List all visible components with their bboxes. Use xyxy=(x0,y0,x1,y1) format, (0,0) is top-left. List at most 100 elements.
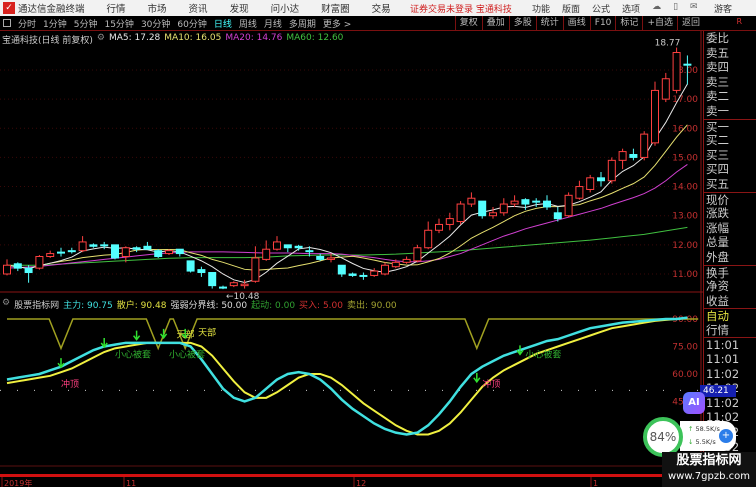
candle-body xyxy=(143,245,152,250)
candle-body xyxy=(435,223,443,231)
candle-body xyxy=(283,244,292,249)
candle-body xyxy=(197,269,206,274)
candle-body xyxy=(370,270,379,276)
candle-body xyxy=(532,200,541,203)
price-tick: 16.00 xyxy=(672,124,698,134)
chart-canvas[interactable]: 18.0017.0016.0015.0014.0013.0012.0011.00… xyxy=(0,0,756,487)
candle-body xyxy=(499,203,508,214)
candle-body xyxy=(337,264,346,275)
watermark: 股票指标网 www.7gpzb.com xyxy=(662,452,756,487)
candle-body xyxy=(564,194,573,217)
watermark-url: www.7gpzb.com xyxy=(668,471,750,482)
quote-row: 买四 xyxy=(706,162,729,177)
quote-row: 外盘 xyxy=(706,249,729,264)
price-tick: 12.00 xyxy=(672,241,698,251)
retail-line xyxy=(6,317,688,436)
candle-body xyxy=(510,200,519,205)
quote-row: 现价 xyxy=(704,191,756,206)
ma60-line xyxy=(7,226,688,266)
download-speed: ↓ 5.5K/s xyxy=(688,438,716,446)
signal-label: 冲顶 xyxy=(61,378,79,390)
quote-row: 净资 xyxy=(706,279,729,294)
candle-body xyxy=(46,253,55,257)
candle-body xyxy=(553,212,562,220)
quote-row: 总量 xyxy=(706,235,729,250)
signal-label: 小心被套 xyxy=(115,348,151,360)
candle-body xyxy=(543,200,551,208)
candle-body xyxy=(629,154,638,158)
signal-label: 冲顶 xyxy=(482,378,500,390)
candle-body xyxy=(100,244,109,247)
signal-label: 天部 xyxy=(198,326,216,338)
candle-body xyxy=(327,257,335,260)
cpu-usage-gauge[interactable]: 84% xyxy=(643,417,683,457)
candle-body xyxy=(89,244,98,247)
candle-body xyxy=(456,203,465,223)
candle-body xyxy=(273,241,281,250)
candle-body xyxy=(251,257,260,282)
plus-icon[interactable]: + xyxy=(719,429,733,443)
ma20-line xyxy=(6,164,688,269)
candle-body xyxy=(586,177,595,190)
quote-row: 卖四 xyxy=(706,60,729,75)
candle-body xyxy=(294,245,303,249)
candle-body xyxy=(316,255,325,260)
price-tick: 13.00 xyxy=(672,212,698,222)
time-axis-bar xyxy=(0,474,700,477)
candle-body xyxy=(575,186,584,199)
ma5-line xyxy=(6,83,688,283)
quote-row: 买五 xyxy=(706,176,729,191)
candle-body xyxy=(305,250,314,253)
candle-body xyxy=(402,258,411,263)
signal-label: 天部 xyxy=(177,328,195,340)
high-marker: 18.77 xyxy=(655,39,681,49)
candle-body xyxy=(489,212,497,217)
candle-body xyxy=(597,177,605,182)
candle-body xyxy=(57,251,65,254)
candle-body xyxy=(359,274,368,277)
quote-row: 涨幅 xyxy=(706,220,729,235)
cursor-value-badge: 46.21 xyxy=(700,385,736,397)
quote-panel: 委比 卖五 卖四 卖三 卖二 卖一 买一 买二 买三 买四 买五 现价 涨跌 涨幅 总量 外盘 换手 净资 收益 自动… xyxy=(703,31,756,487)
candle-body xyxy=(154,250,163,257)
candle-body xyxy=(478,200,487,217)
candle-body xyxy=(424,229,433,249)
candle-body xyxy=(240,283,249,287)
quote-row: 卖五 xyxy=(706,45,729,60)
candle-body xyxy=(618,151,627,161)
candle-body xyxy=(186,260,195,272)
quote-row: 涨跌 xyxy=(706,206,729,221)
price-tick: 14.00 xyxy=(672,183,698,193)
quote-row: 换手 xyxy=(704,264,756,279)
candle-body xyxy=(229,282,238,287)
quote-row: 买三 xyxy=(706,147,729,162)
candle-body xyxy=(78,241,87,252)
candle-body xyxy=(661,78,670,100)
candle-body xyxy=(219,286,227,289)
price-tick: 11.00 xyxy=(672,270,698,280)
signal-label: 小心被套 xyxy=(169,348,205,360)
candle-body xyxy=(672,52,681,91)
indicator-tick: 75.00 xyxy=(672,342,698,352)
time-label: 11 xyxy=(126,479,136,487)
indicator-tick: 60.00 xyxy=(672,370,698,380)
buy-arrow-icon xyxy=(133,330,141,341)
candle-body xyxy=(467,197,476,205)
candle-body xyxy=(165,250,173,255)
time-label: 1 xyxy=(593,479,598,487)
candle-body xyxy=(3,264,11,275)
quote-row: 卖二 xyxy=(706,89,729,104)
low-marker: ←10.48 xyxy=(226,292,260,302)
quote-row: 买一 xyxy=(704,118,756,133)
quote-row: 11:01 xyxy=(704,337,756,352)
quote-row: 委比 xyxy=(706,31,729,45)
quote-row: 自动 xyxy=(704,308,756,323)
price-tick: 15.00 xyxy=(672,153,698,163)
buy-arrow-icon xyxy=(473,372,481,384)
ai-button[interactable]: AI xyxy=(683,392,705,414)
upload-speed: ↑ 58.5K/s xyxy=(688,425,720,433)
signal-label: 小心被套 xyxy=(525,348,561,360)
candle-body xyxy=(262,248,271,260)
candle-body xyxy=(521,199,530,205)
candle-body xyxy=(413,247,422,262)
